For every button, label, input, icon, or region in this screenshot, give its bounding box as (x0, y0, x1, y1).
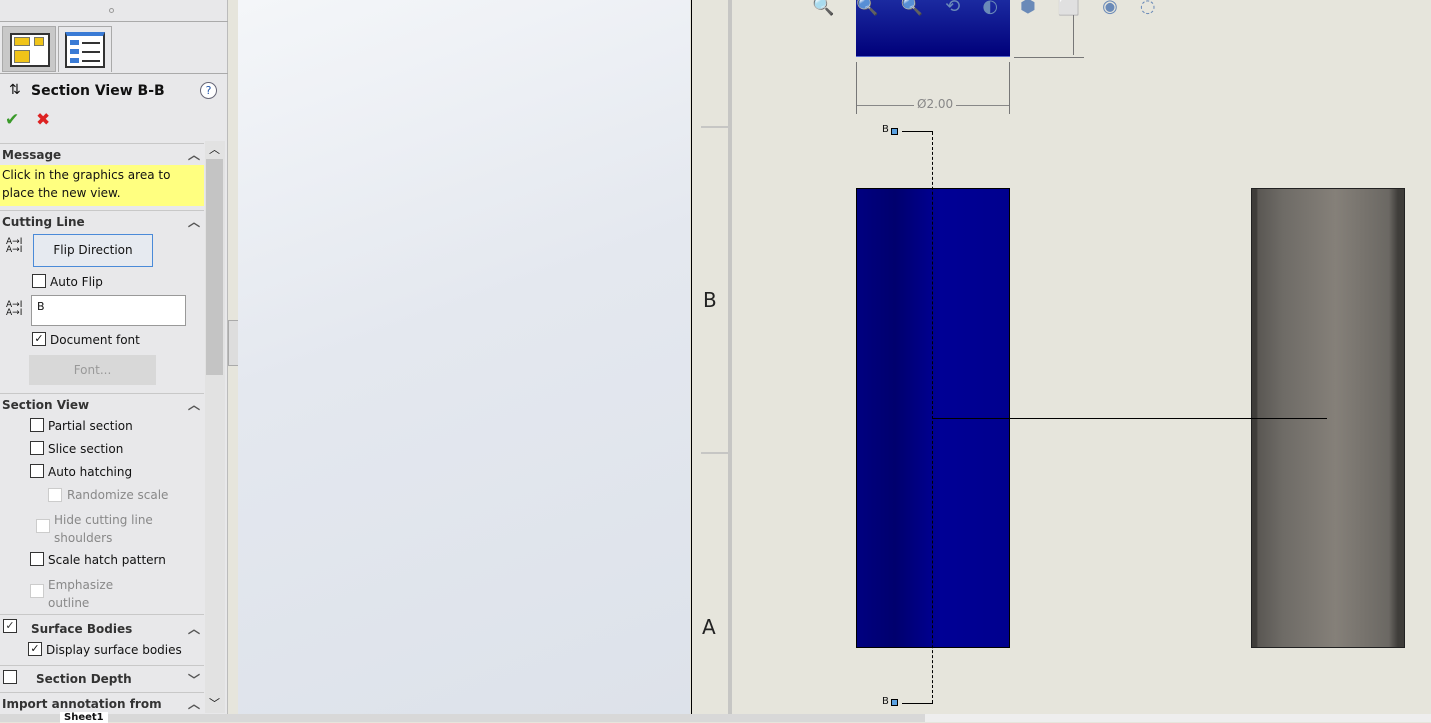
surface-bodies-header[interactable]: ✓ Surface Bodies ︿ (0, 614, 204, 640)
collapse-icon[interactable]: ︿ (188, 620, 200, 637)
tab-property-manager[interactable] (2, 26, 56, 72)
section-depth-header[interactable]: Section Depth ﹀ (0, 665, 204, 691)
auto-flip-checkbox[interactable] (32, 274, 46, 288)
label-input[interactable]: B (31, 295, 186, 326)
slice-section-checkbox[interactable] (30, 441, 44, 455)
auto-hatching-label: Auto hatching (48, 465, 133, 479)
scroll-up-icon[interactable]: ︿ (209, 141, 220, 157)
display-surface-bodies-label: Display surface bodies (46, 643, 182, 657)
property-manager: ⇅ Section View B-B ? ✔ ✖ Message ︿ Click … (0, 0, 228, 714)
bottom-bar: Sheet1 (0, 712, 1431, 723)
section-view-header[interactable]: Section View ︿ (0, 393, 204, 415)
ok-button[interactable]: ✔ (5, 110, 19, 130)
import-annotation-header[interactable]: Import annotation from ︿ (0, 692, 204, 714)
zone-label-b: B (703, 288, 717, 312)
collapse-icon[interactable]: ︿ (188, 396, 200, 413)
horizontal-scrollbar[interactable] (925, 714, 1431, 722)
scale-hatch-checkbox[interactable] (30, 552, 44, 566)
cut-handle-icon[interactable] (891, 699, 898, 706)
zone-label-a: A (702, 615, 716, 639)
flip-icon: A→I A→I (6, 237, 23, 255)
panel-title: Section View B-B (31, 83, 165, 99)
cut-label-top: B (882, 124, 889, 135)
auto-flip-label: Auto Flip (50, 275, 103, 289)
diameter-dimension[interactable]: Ø2.00 (914, 97, 957, 111)
cancel-button[interactable]: ✖ (36, 110, 50, 130)
help-button[interactable]: ? (200, 82, 217, 99)
graphics-area[interactable] (238, 0, 690, 714)
message-text: Click in the graphics area to place the … (0, 165, 204, 206)
emphasize-outline-label: Emphasize outline (48, 578, 114, 610)
section-depth-checkbox[interactable] (3, 670, 17, 684)
surface-bodies-checkbox[interactable]: ✓ (3, 619, 17, 633)
scroll-thumb[interactable] (206, 159, 223, 375)
hide-cutting-line-label: Hide cutting line shoulders (54, 513, 153, 545)
document-font-label: Document font (50, 333, 140, 347)
collapse-icon[interactable]: ︿ (188, 146, 200, 163)
flip-direction-button[interactable]: Flip Direction (33, 234, 153, 267)
drawing-sheet[interactable]: B A 🔍🔍🔍⟲◐⬢⬜◉◌ Ø2.00 B B (691, 0, 1431, 714)
randomize-scale-checkbox[interactable] (48, 488, 62, 502)
heads-up-toolbar: 🔍🔍🔍⟲◐⬢⬜◉◌ (812, 0, 1178, 17)
message-section-header[interactable]: Message ︿ (0, 143, 204, 165)
display-surface-bodies-checkbox[interactable]: ✓ (28, 642, 42, 656)
section-title: Section Depth (36, 672, 132, 686)
alignment-line (932, 418, 1327, 419)
section-title: Section View (2, 398, 90, 412)
collapse-icon[interactable]: ︿ (188, 695, 200, 712)
label-icon: A→I A→I (6, 300, 23, 318)
section-title: Message (2, 148, 62, 162)
cutting-line-section-header[interactable]: Cutting Line ︿ (0, 210, 204, 232)
scale-hatch-label: Scale hatch pattern (48, 553, 166, 567)
sheet-tab[interactable]: Sheet1 (60, 712, 108, 723)
panel-scrollbar[interactable]: ︿ ﹀ (205, 141, 225, 713)
section-title: Surface Bodies (31, 622, 133, 636)
slice-section-label: Slice section (48, 442, 124, 456)
font-button[interactable]: Font... (29, 355, 156, 385)
expand-icon[interactable]: ﹀ (188, 671, 200, 688)
collapse-icon[interactable]: ︿ (188, 213, 200, 230)
emphasize-outline-checkbox[interactable] (30, 584, 44, 598)
section-title: Import annotation from (2, 697, 162, 711)
cut-handle-icon[interactable] (891, 128, 898, 135)
cut-label-bottom: B (882, 696, 889, 707)
sheet-border (728, 0, 732, 714)
tab-feature-tree[interactable] (58, 26, 112, 72)
panel-grip[interactable] (0, 0, 228, 22)
section-title: Cutting Line (2, 215, 85, 229)
scroll-down-icon[interactable]: ﹀ (209, 695, 220, 711)
partial-section-checkbox[interactable] (30, 418, 44, 432)
partial-section-label: Partial section (48, 419, 133, 433)
randomize-scale-label: Randomize scale (67, 488, 169, 502)
list-icon (65, 32, 105, 68)
property-manager-icon (10, 33, 50, 67)
hide-cutting-line-checkbox[interactable] (36, 519, 50, 533)
auto-hatching-checkbox[interactable] (30, 464, 44, 478)
document-font-checkbox[interactable]: ✓ (32, 332, 46, 346)
section-view-icon: ⇅ (9, 82, 21, 98)
